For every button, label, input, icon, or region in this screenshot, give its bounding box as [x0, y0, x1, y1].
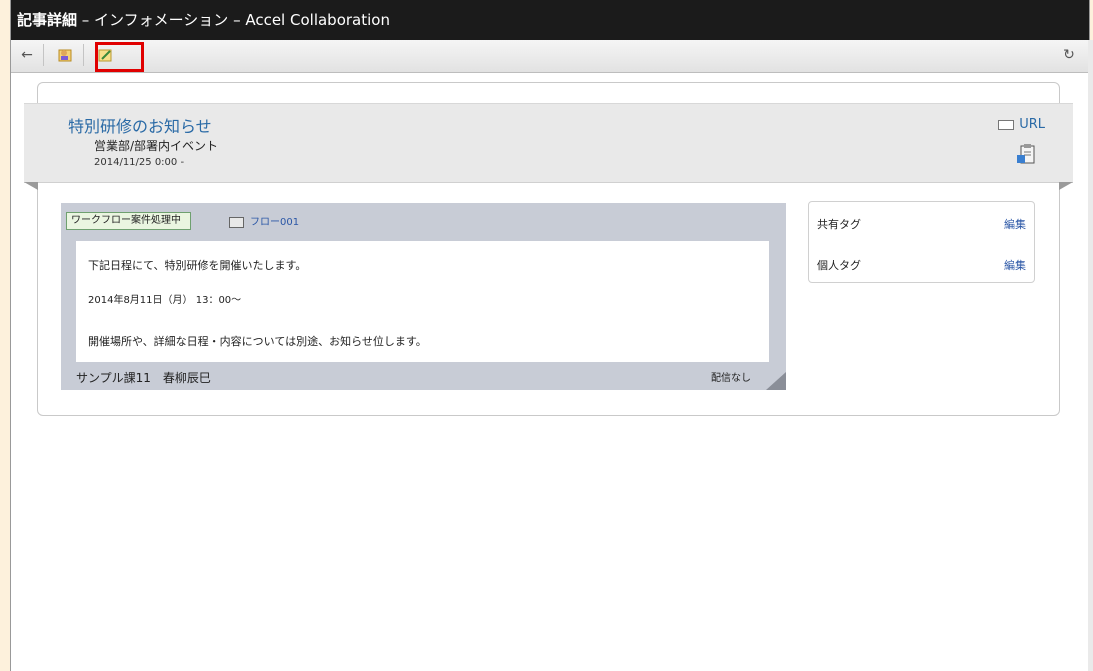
url-link[interactable]: URL: [998, 117, 1045, 132]
refresh-button[interactable]: ↻: [1055, 44, 1083, 66]
toolbar-separator: [43, 44, 44, 66]
toolbar: ← ↻: [11, 40, 1089, 73]
article-category: 営業部/部署内イベント: [94, 139, 219, 153]
article-content-panel: ワークフロー案件処理中 フロー001 下記日程にて、特別研修を開催いたします。 …: [61, 203, 786, 390]
flow-link[interactable]: フロー001: [229, 213, 299, 228]
article-card: 特別研修のお知らせ 営業部/部署内イベント 2014/11/25 0:00 - …: [24, 82, 1073, 416]
workflow-status-badge: ワークフロー案件処理中: [66, 212, 191, 230]
flow-icon: [229, 216, 244, 228]
highlight-box: [95, 42, 144, 72]
scrollbar[interactable]: [1088, 40, 1093, 671]
user-edit-button[interactable]: [51, 44, 79, 66]
flow-label: フロー001: [250, 217, 300, 228]
delivery-status: 配信なし: [711, 373, 751, 384]
back-arrow-icon: ←: [21, 47, 33, 63]
article-title: 特別研修のお知らせ: [68, 117, 212, 136]
clipboard-icon: [1017, 144, 1035, 164]
refresh-icon: ↻: [1063, 47, 1075, 63]
shared-tag-label: 共有タグ: [817, 218, 861, 231]
toolbar-separator: [83, 44, 84, 66]
body-line: 開催場所や、詳細な日程・内容については別途、お知らせ位します。: [88, 335, 427, 348]
title-bar: 記事詳細 – インフォメーション – Accel Collaboration: [11, 0, 1089, 40]
body-line: 下記日程にて、特別研修を開催いたします。: [88, 259, 307, 272]
author-name: サンプル課11 春柳辰巳: [76, 371, 211, 385]
url-icon: [998, 119, 1015, 130]
user-document-icon: [58, 49, 72, 62]
shared-tag-edit-link[interactable]: 編集: [1004, 216, 1026, 232]
app-window: 記事詳細 – インフォメーション – Accel Collaboration ←…: [10, 0, 1090, 671]
shared-tag-row: 共有タグ 編集: [817, 216, 1026, 232]
article-body: 下記日程にて、特別研修を開催いたします。 2014年8月11日（月） 13：00…: [76, 241, 769, 362]
personal-tag-row: 個人タグ 編集: [817, 257, 1026, 273]
window-title-rest: – インフォメーション – Accel Collaboration: [77, 11, 390, 29]
panel-fold-corner: [766, 372, 786, 390]
header-fold-right: [1059, 182, 1073, 190]
url-label: URL: [1019, 117, 1045, 132]
personal-tag-edit-link[interactable]: 編集: [1004, 257, 1026, 273]
article-date: 2014/11/25 0:00 -: [94, 157, 185, 168]
personal-tag-label: 個人タグ: [817, 259, 861, 272]
header-fold-left: [24, 182, 38, 190]
window-title: 記事詳細: [17, 11, 78, 29]
clipboard-button[interactable]: [1015, 143, 1037, 168]
back-button[interactable]: ←: [13, 44, 41, 66]
tag-panel: 共有タグ 編集 個人タグ 編集: [808, 201, 1035, 283]
body-line: 2014年8月11日（月） 13：00～: [88, 295, 242, 306]
